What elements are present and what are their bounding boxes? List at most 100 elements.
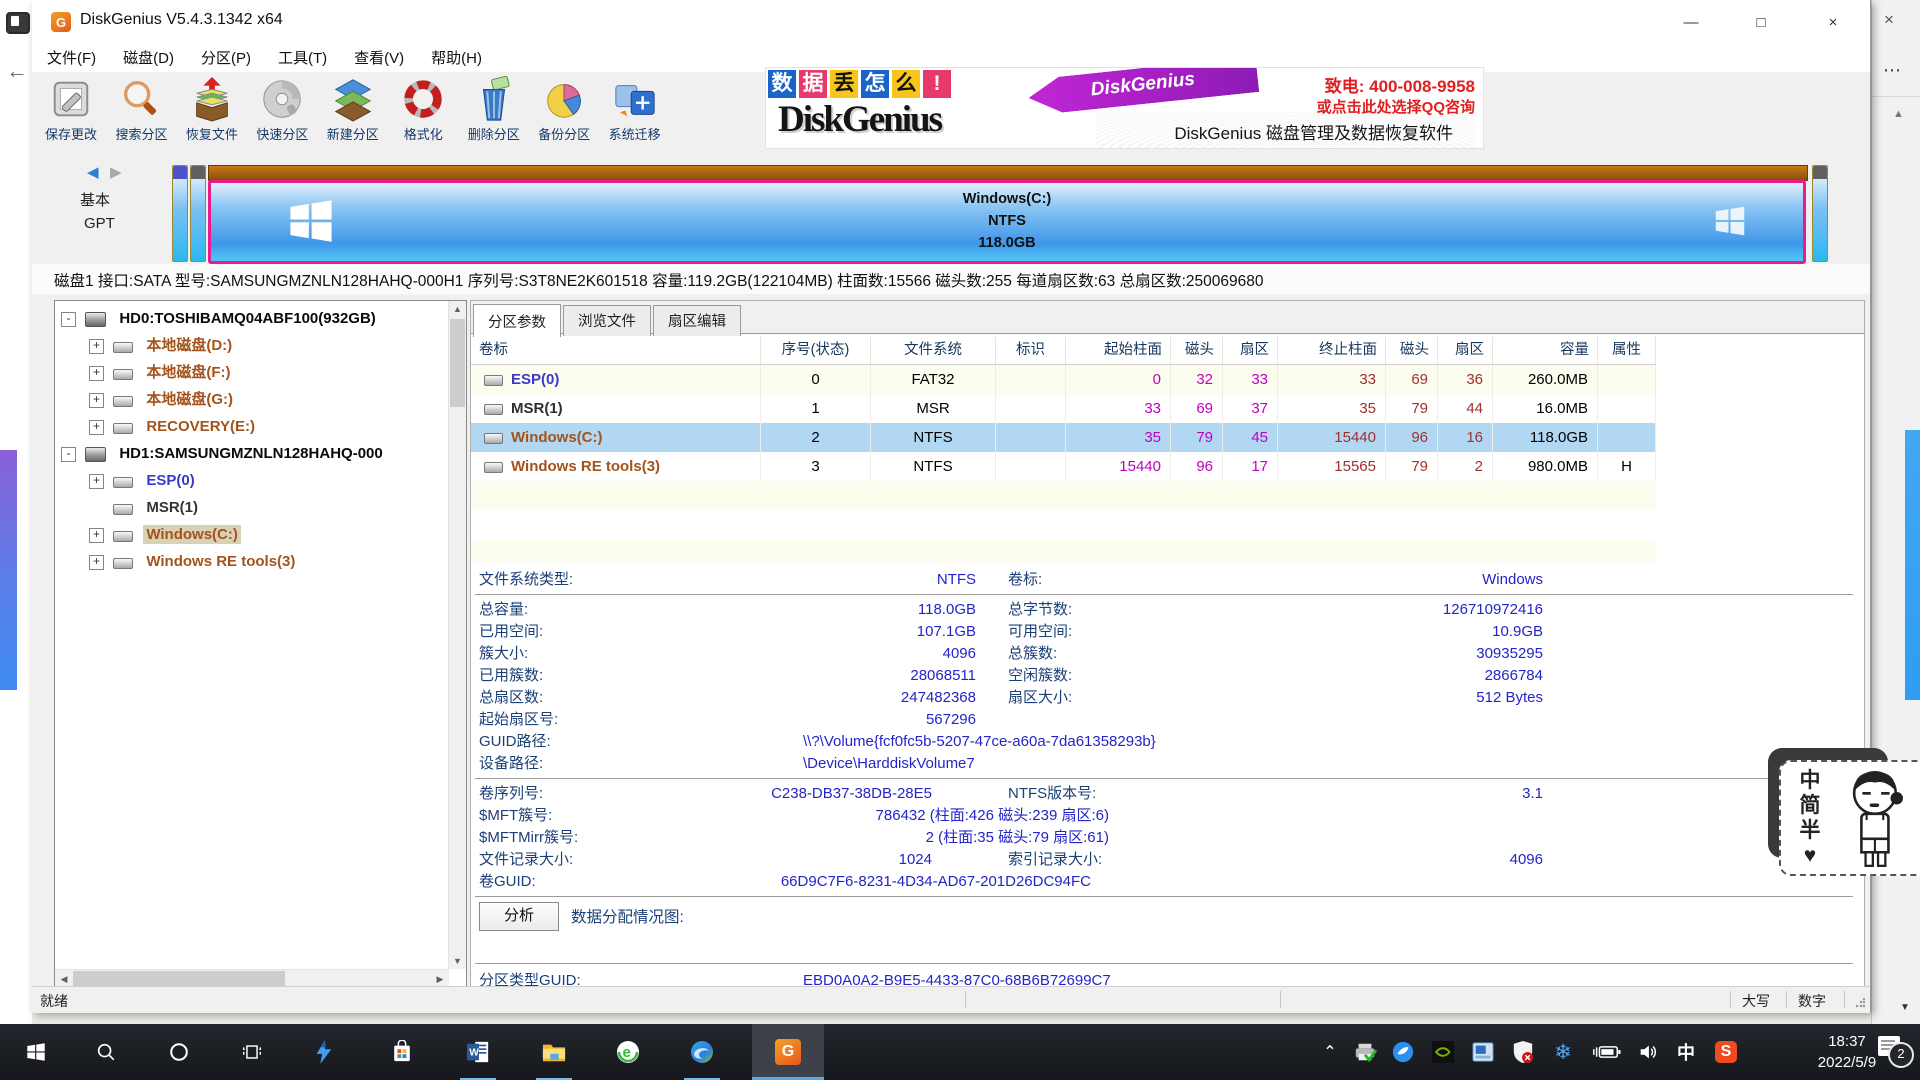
tray-printer-icon[interactable] (1348, 1024, 1382, 1080)
tray-nvidia-icon[interactable] (1426, 1024, 1460, 1080)
recover-files-button[interactable]: 恢复文件 (179, 74, 245, 154)
menu-item[interactable]: 分区(P) (189, 44, 263, 71)
partition-row[interactable]: MSR(1) 1 MSR 33 69 37 35 79 44 16.0MB (471, 394, 1656, 423)
tray-sogou-icon[interactable]: S (1708, 1024, 1744, 1080)
microsoft-store-icon[interactable] (378, 1024, 426, 1080)
partition-row[interactable]: Windows(C:) 2 NTFS 35 79 45 15440 96 16 … (471, 423, 1656, 452)
tree-expander-icon[interactable]: - (61, 447, 76, 462)
tree-horizontal-scrollbar[interactable]: ◀ ▶ (55, 969, 449, 987)
backup-partition-button[interactable]: 备份分区 (531, 74, 597, 154)
tree-item[interactable]: + 本地磁盘(D:) (55, 332, 447, 359)
delete-partition-button[interactable]: 删除分区 (461, 74, 527, 154)
scroll-up-icon[interactable]: ▲ (1893, 108, 1904, 120)
tree-vertical-scrollbar[interactable]: ▲ ▼ (448, 301, 466, 969)
quick-partition-button[interactable]: 快速分区 (249, 74, 315, 154)
partition-row[interactable]: Windows RE tools(3) 3 NTFS 15440 96 17 1… (471, 452, 1656, 481)
start-button[interactable] (12, 1024, 60, 1080)
msr-partition-bar[interactable] (190, 165, 206, 262)
tree-expander-icon[interactable]: + (89, 555, 104, 570)
taskbar-diskgenius-icon[interactable]: G (752, 1024, 824, 1080)
system-migration-button[interactable]: 系统迁移 (602, 74, 668, 154)
column-header[interactable]: 序号(状态) (761, 337, 871, 364)
save-changes-button[interactable]: 保存更改 (38, 74, 104, 154)
resize-grip[interactable] (1855, 998, 1865, 1008)
re-tools-partition-bar[interactable] (1812, 165, 1828, 262)
tree-expander-icon[interactable]: + (89, 420, 104, 435)
tree-expander-icon[interactable]: + (89, 474, 104, 489)
edge-icon[interactable] (678, 1024, 726, 1080)
column-header[interactable]: 终止柱面 (1278, 337, 1386, 364)
background-more-icon[interactable]: ⋯ (1883, 60, 1901, 81)
tree-item[interactable]: - HD1:SAMSUNGMZNLN128HAHQ-000 (55, 440, 447, 467)
column-header[interactable]: 标识 (996, 337, 1066, 364)
taskbar-search-icon[interactable] (82, 1024, 130, 1080)
windows-partition-bar[interactable]: Windows(C:) NTFS 118.0GB (208, 180, 1806, 264)
ime-status-widget[interactable]: 中 简 半 ♥ (1779, 760, 1920, 876)
column-header[interactable]: 扇区 (1438, 337, 1493, 364)
menu-item[interactable]: 文件(F) (35, 44, 108, 71)
column-header[interactable]: 磁头 (1171, 337, 1223, 364)
scroll-up-icon[interactable]: ▲ (449, 304, 466, 314)
maximize-button[interactable]: □ (1738, 10, 1784, 36)
background-app-icon[interactable] (6, 12, 30, 34)
tree-expander-icon[interactable]: + (89, 339, 104, 354)
background-close-icon[interactable]: × (1884, 10, 1894, 30)
menu-item[interactable]: 查看(V) (342, 44, 416, 71)
green-browser-icon[interactable]: e (604, 1024, 652, 1080)
file-explorer-icon[interactable] (530, 1024, 578, 1080)
tree-expander-icon[interactable]: + (89, 528, 104, 543)
column-header[interactable]: 文件系统 (871, 337, 996, 364)
word-icon[interactable]: W (454, 1024, 502, 1080)
column-header[interactable]: 磁头 (1386, 337, 1438, 364)
banner-qq-link[interactable]: 或点击此处选择QQ咨询 (1317, 96, 1475, 117)
tray-chevron-icon[interactable]: ⌃ (1316, 1024, 1344, 1080)
scroll-right-icon[interactable]: ▶ (435, 974, 445, 985)
tree-item[interactable]: + 本地磁盘(G:) (55, 386, 447, 413)
tray-snowflake-icon[interactable]: ❄ (1546, 1024, 1580, 1080)
tree-item[interactable]: + Windows RE tools(3) (55, 548, 447, 575)
tree-item[interactable]: + 本地磁盘(F:) (55, 359, 447, 386)
column-header[interactable]: 卷标 (471, 337, 761, 364)
tree-item[interactable]: + Windows(C:) (55, 521, 447, 548)
cortana-icon[interactable] (155, 1024, 203, 1080)
column-header[interactable]: 属性 (1598, 337, 1656, 364)
scroll-left-icon[interactable]: ◀ (59, 974, 69, 985)
tray-bird-icon[interactable] (1386, 1024, 1420, 1080)
tab[interactable]: 扇区编辑 (653, 305, 741, 336)
format-button[interactable]: 格式化 (390, 74, 456, 154)
menu-item[interactable]: 工具(T) (266, 44, 339, 71)
close-button[interactable]: × (1810, 10, 1856, 36)
back-arrow-icon[interactable]: ← (6, 58, 28, 84)
partition-row[interactable]: ESP(0) 0 FAT32 0 32 33 33 69 36 260.0MB (471, 365, 1656, 394)
column-header[interactable]: 容量 (1493, 337, 1598, 364)
tray-ime-indicator[interactable]: 中 (1670, 1024, 1702, 1080)
notification-center-icon[interactable]: 2 (1878, 1036, 1914, 1068)
nav-next-disk-icon[interactable]: ▶ (110, 163, 122, 181)
tray-battery-icon[interactable] (1586, 1024, 1626, 1080)
task-view-icon[interactable] (228, 1024, 276, 1080)
tree-item[interactable]: MSR(1) (55, 494, 447, 521)
analyze-button[interactable]: 分析 (479, 902, 559, 931)
new-partition-button[interactable]: 新建分区 (320, 74, 386, 154)
tree-expander-icon[interactable]: + (89, 393, 104, 408)
scrollbar-thumb[interactable] (450, 319, 465, 407)
menu-item[interactable]: 帮助(H) (419, 44, 494, 71)
tree-item[interactable]: + ESP(0) (55, 467, 447, 494)
tree-item[interactable]: - HD0:TOSHIBAMQ04ABF100(932GB) (55, 305, 447, 332)
search-partition-button[interactable]: 搜索分区 (108, 74, 174, 154)
column-header[interactable]: 扇区 (1223, 337, 1278, 364)
menu-item[interactable]: 磁盘(D) (111, 44, 186, 71)
tree-expander-icon[interactable]: - (61, 312, 76, 327)
minimize-button[interactable]: — (1668, 10, 1714, 36)
tray-intel-graphics-icon[interactable] (1466, 1024, 1500, 1080)
scroll-down-icon[interactable]: ▼ (449, 956, 466, 966)
tree-expander-icon[interactable]: + (89, 366, 104, 381)
tray-defender-icon[interactable] (1506, 1024, 1540, 1080)
tab[interactable]: 分区参数 (473, 304, 561, 337)
flash-app-icon[interactable] (300, 1024, 348, 1080)
scrollbar-thumb[interactable] (73, 971, 285, 986)
ad-banner[interactable]: 数据丢怎么! DiskGenius DiskGenius 致电: 400-008… (765, 67, 1484, 149)
esp-partition-bar[interactable] (172, 165, 188, 262)
tab[interactable]: 浏览文件 (563, 305, 651, 336)
tree-item[interactable]: + RECOVERY(E:) (55, 413, 447, 440)
